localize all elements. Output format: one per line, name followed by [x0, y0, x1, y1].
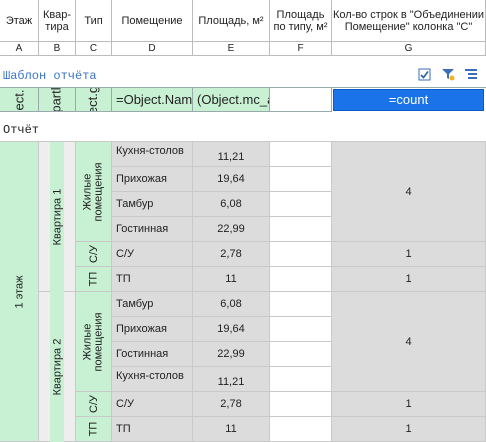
count-cell: 1	[332, 267, 486, 292]
area-cell: 11	[193, 267, 270, 292]
area-by-type-cell	[270, 417, 332, 442]
area-by-type-cell	[270, 217, 332, 242]
col-letter-f: F	[270, 42, 332, 56]
type-cell-living: Жилые помещения	[76, 142, 112, 242]
col-letter-d: D	[112, 42, 193, 56]
area-cell: 2,78	[193, 392, 270, 417]
col-letter-c: C	[76, 42, 112, 56]
room-cell: ТП	[112, 267, 193, 292]
col-header-apartment: Квар- тира	[39, 0, 76, 42]
room-cell: ТП	[112, 417, 193, 442]
type-cell-tp: ТП	[76, 417, 112, 442]
area-by-type-cell	[270, 242, 332, 267]
type-cell-bath: С/У	[76, 242, 112, 267]
room-cell: С/У	[112, 392, 193, 417]
area-cell: 2,78	[193, 242, 270, 267]
area-by-type-cell	[270, 392, 332, 417]
area-cell: 6,08	[193, 292, 270, 317]
col-header-area-label: Площадь, м²	[198, 14, 264, 27]
tree-icon[interactable]	[464, 67, 478, 81]
count-cell: 1	[332, 242, 486, 267]
area-cell: 19,64	[193, 317, 270, 342]
room-cell: Кухня-столов	[112, 142, 193, 167]
apartment-label: Квартира 2	[51, 338, 63, 395]
col-header-apartment-label: Квар- тира	[42, 8, 72, 33]
template-cell-c-text: ect.g	[85, 88, 101, 112]
col-letter-a: A	[0, 42, 39, 56]
area-cell: 11,21	[193, 367, 270, 392]
area-cell: 19,64	[193, 167, 270, 192]
type-cell-tp: ТП	[76, 267, 112, 292]
col-header-room-label: Помещение	[121, 14, 183, 27]
room-cell: Прихожая	[112, 317, 193, 342]
col-header-area-by-type: Площадь по типу, м²	[270, 0, 332, 42]
template-cell-b-text: partl	[48, 88, 64, 112]
area-by-type-cell	[270, 317, 332, 342]
area-cell: 22,99	[193, 217, 270, 242]
col-header-floor-label: Этаж	[5, 14, 33, 27]
area-cell: 22,99	[193, 342, 270, 367]
checkbox-icon[interactable]	[417, 67, 431, 81]
template-cell-f[interactable]	[270, 88, 332, 112]
col-letter-b: B	[39, 42, 76, 56]
template-title: Шаблон отчёта	[3, 69, 97, 83]
col-letter-e: E	[193, 42, 270, 56]
template-cell-c[interactable]: ect.g	[76, 88, 112, 112]
count-cell: 1	[332, 392, 486, 417]
type-cell-living: Жилые помещения	[76, 292, 112, 392]
col-header-area-by-type-label: Площадь по типу, м²	[273, 8, 328, 33]
apartment-cell: Квартира 2	[39, 291, 76, 442]
template-cell-d[interactable]: =Object.Nam	[112, 88, 193, 112]
template-cell-b[interactable]: partl	[39, 88, 76, 112]
area-cell: 6,08	[193, 192, 270, 217]
type-label: Жилые помещения	[81, 162, 105, 221]
col-letter-g: G	[332, 42, 486, 56]
col-header-floor: Этаж	[0, 0, 39, 42]
filter-icon[interactable]	[441, 67, 455, 81]
area-by-type-cell	[270, 167, 332, 192]
room-cell: Тамбур	[112, 292, 193, 317]
count-cell: 4	[332, 142, 486, 242]
report-title: Отчёт	[3, 123, 40, 137]
floor-label: 1 этаж	[13, 275, 25, 308]
room-cell: Кухня-столов	[112, 367, 193, 392]
room-cell: С/У	[112, 242, 193, 267]
apartment-label: Квартира 1	[51, 188, 63, 245]
room-cell: Прихожая	[112, 167, 193, 192]
room-cell: Тамбур	[112, 192, 193, 217]
col-header-type-label: Тип	[84, 14, 103, 27]
col-header-row-count: Кол-во строк в "Объединении Помещение" к…	[332, 0, 486, 42]
area-cell: 11	[193, 417, 270, 442]
apartment-cell: Квартира 1	[39, 141, 76, 292]
count-cell: 4	[332, 292, 486, 392]
type-label: Жилые помещения	[81, 312, 105, 371]
type-label: ТП	[87, 271, 100, 287]
col-header-room: Помещение	[112, 0, 193, 42]
template-cell-g-selected[interactable]: =count	[333, 89, 484, 111]
type-label: С/У	[87, 395, 100, 413]
area-by-type-cell	[270, 267, 332, 292]
template-cell-e[interactable]: (Object.mc_a	[193, 88, 270, 112]
count-cell: 1	[332, 417, 486, 442]
area-cell: 11,21	[193, 142, 270, 167]
template-cell-a[interactable]: ect.	[0, 88, 39, 112]
room-cell: Гостинная	[112, 342, 193, 367]
type-label: С/У	[87, 245, 100, 263]
area-by-type-cell	[270, 192, 332, 217]
area-by-type-cell	[270, 292, 332, 317]
type-label: ТП	[87, 421, 100, 437]
col-header-type: Тип	[76, 0, 112, 42]
col-header-area: Площадь, м²	[193, 0, 270, 42]
area-by-type-cell	[270, 142, 332, 167]
type-cell-bath: С/У	[76, 392, 112, 417]
area-by-type-cell	[270, 342, 332, 367]
col-header-row-count-label: Кол-во строк в "Объединении Помещение" к…	[332, 8, 485, 33]
area-by-type-cell	[270, 367, 332, 392]
floor-cell: 1 этаж	[0, 142, 39, 442]
room-cell: Гостинная	[112, 217, 193, 242]
template-cell-a-text: ect.	[11, 89, 26, 110]
